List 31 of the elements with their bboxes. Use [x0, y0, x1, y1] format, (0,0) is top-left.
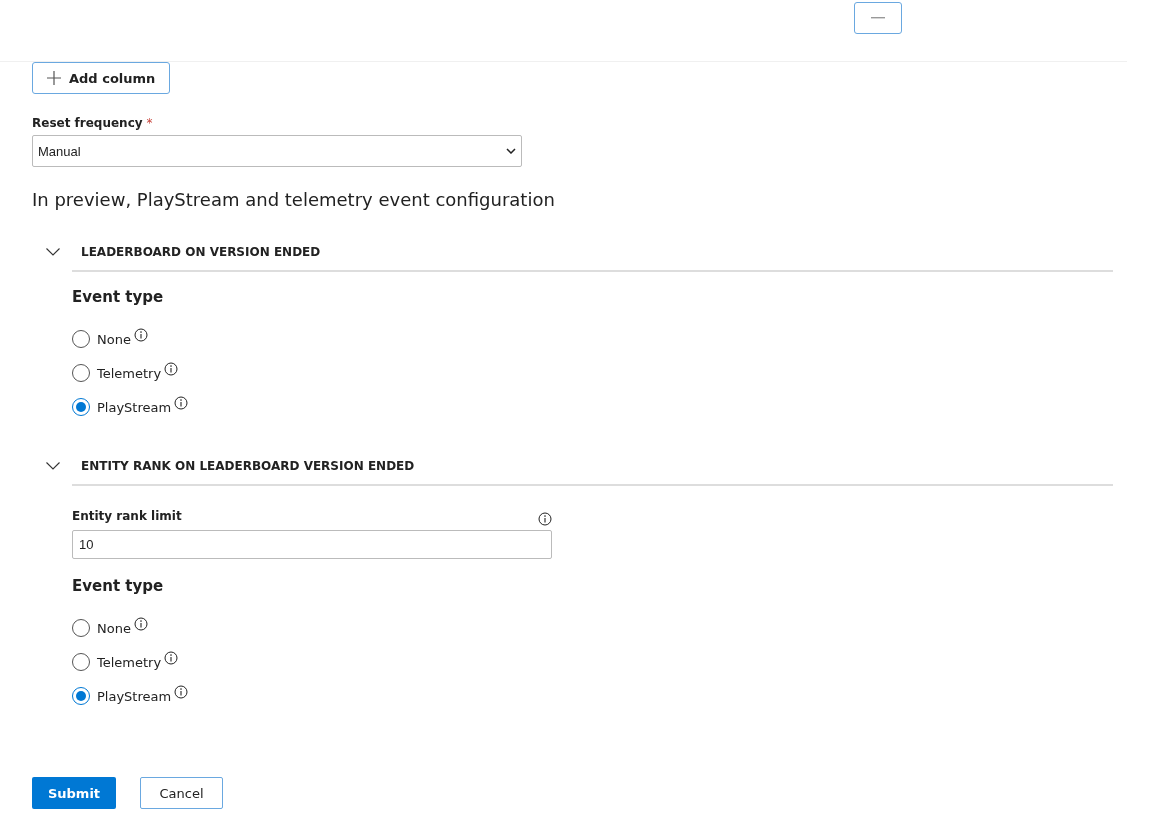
required-mark: * [146, 116, 153, 130]
radio-label: None [97, 620, 131, 636]
chevron-down-icon[interactable] [46, 248, 60, 256]
radio-label: None [97, 331, 131, 347]
plus-icon [47, 71, 61, 85]
info-icon[interactable] [133, 328, 148, 342]
radio-label: Telemetry [97, 365, 162, 381]
chevron-down-icon [506, 148, 516, 154]
minus-icon [871, 17, 885, 19]
section-heading: In preview, PlayStream and telemetry event configuration [32, 189, 556, 210]
submit-button[interactable]: Submit [32, 777, 116, 809]
info-icon[interactable] [133, 617, 148, 631]
cancel-button[interactable]: Cancel [140, 777, 223, 809]
radio-label: PlayStream [97, 688, 172, 704]
info-icon[interactable] [538, 512, 552, 526]
dropdown[interactable]: Manual [32, 135, 522, 167]
input-field[interactable]: 10 [72, 530, 552, 559]
add-column-button[interactable]: Add column [32, 62, 171, 94]
chevron-down-icon[interactable] [46, 462, 60, 470]
field-label: Reset frequency [32, 116, 143, 130]
info-icon[interactable] [174, 685, 189, 699]
section-title[interactable]: LEADERBOARD ON VERSION ENDED [81, 245, 321, 259]
info-icon[interactable] [164, 651, 179, 665]
field-label: Entity rank limit [72, 509, 182, 523]
info-icon[interactable] [164, 362, 179, 376]
group-label: Event type [72, 288, 165, 306]
info-icon[interactable] [174, 396, 189, 410]
group-label: Event type [72, 577, 165, 595]
radio-label: PlayStream [97, 399, 172, 415]
section-title[interactable]: ENTITY RANK ON LEADERBOARD VERSION ENDED [81, 459, 415, 473]
radio-label: Telemetry [97, 654, 162, 670]
